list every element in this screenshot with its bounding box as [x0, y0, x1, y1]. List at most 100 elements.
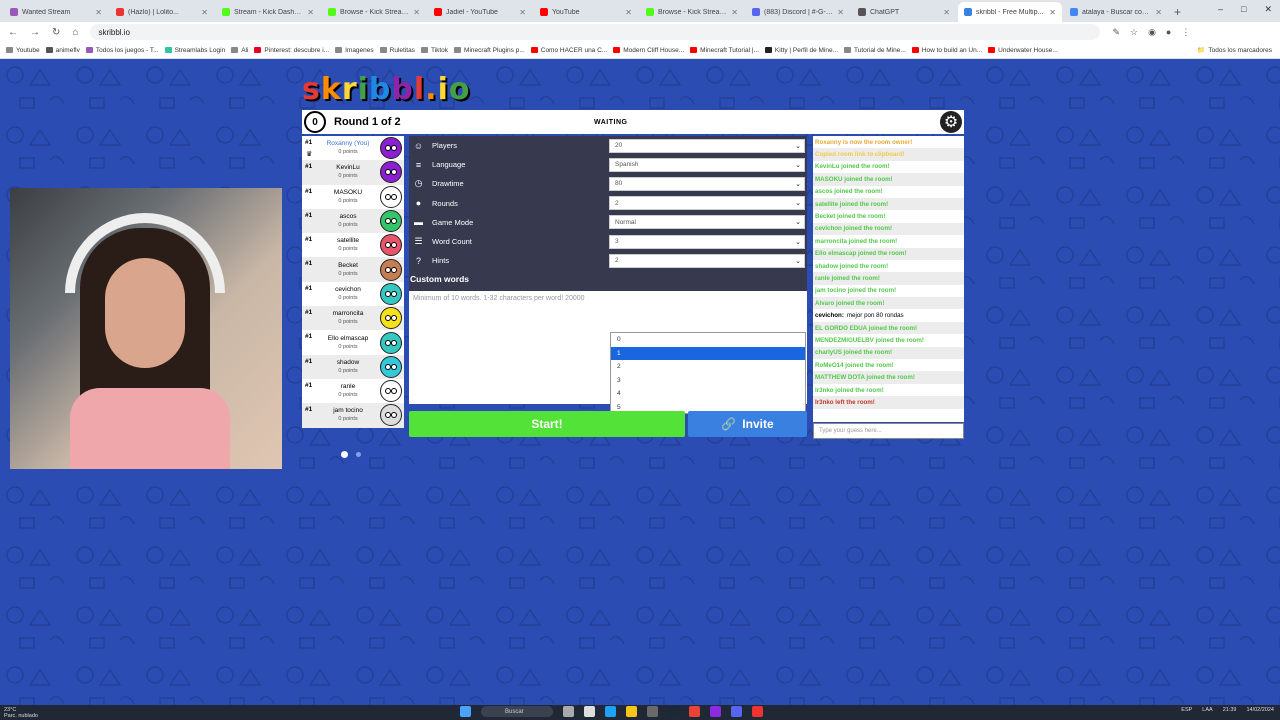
lang-indicator[interactable]: ESP	[1181, 707, 1192, 713]
setting-select[interactable]: 3 ⌄	[609, 234, 805, 249]
bookmark-item[interactable]: Todos los juegos - T...	[85, 47, 159, 54]
setting-select[interactable]: 80 ⌄	[609, 176, 805, 191]
dropdown-option[interactable]: 1	[611, 346, 805, 360]
browser-tab[interactable]: (883) Discord | #-G-I-... ✕	[746, 2, 850, 22]
maximize-button[interactable]: □	[1241, 4, 1246, 15]
back-icon[interactable]: ←	[8, 27, 18, 38]
player-row: #1 cevichon 0 points	[302, 281, 404, 307]
steam-icon[interactable]	[668, 706, 679, 717]
browser-tab[interactable]: skribbl - Free Multip... ✕	[958, 2, 1062, 22]
bookmark-item[interactable]: Streamlabs Login	[164, 47, 225, 54]
chat-message: KevinLu joined the room!	[813, 161, 964, 173]
tab-close-icon[interactable]: ✕	[731, 8, 738, 17]
bookmark-item[interactable]: Como HACER una C...	[530, 47, 607, 54]
bookmark-item[interactable]: Minecraft Tutorial |...	[690, 47, 759, 54]
media-icon[interactable]	[710, 706, 721, 717]
bookmark-item[interactable]: Tiktok	[420, 47, 448, 54]
bookmark-item[interactable]: Kitty | Perfil de Mine...	[764, 47, 838, 54]
browser-tab[interactable]: Wanted Stream ✕	[4, 2, 108, 22]
tab-close-icon[interactable]: ✕	[519, 8, 526, 17]
discord-icon[interactable]	[731, 706, 742, 717]
gear-icon[interactable]: ⚙	[940, 111, 962, 133]
tab-close-icon[interactable]: ✕	[625, 8, 632, 17]
browser-tab[interactable]: YouTube ✕	[534, 2, 638, 22]
guess-input[interactable]: Type your guess here...	[813, 423, 964, 439]
logo-letter: s	[302, 72, 321, 107]
player-row: #1 satellite 0 points	[302, 233, 404, 258]
setting-select[interactable]: Spanish ⌄	[609, 157, 805, 172]
close-window-button[interactable]: ✕	[1264, 4, 1272, 15]
dropdown-option[interactable]: 0	[611, 333, 805, 347]
browser-tab[interactable]: (Hazlo) | Lolito... ✕	[110, 2, 214, 22]
extension-icon[interactable]: ◉	[1148, 27, 1156, 38]
taskbar-search[interactable]: Buscar	[481, 706, 553, 717]
url-field[interactable]: skribbl.io	[90, 24, 1101, 40]
browser-tab[interactable]: Jadiel - YouTube ✕	[428, 2, 532, 22]
tab-close-icon[interactable]: ✕	[837, 8, 844, 17]
start-button[interactable]: Start!	[409, 411, 685, 437]
bookmark-item[interactable]: animeflv	[45, 47, 80, 54]
browser-tab[interactable]: Browse - Kick Streaming ✕	[322, 2, 426, 22]
reload-icon[interactable]: ↻	[52, 27, 60, 38]
player-rank: #1	[305, 211, 313, 219]
windows-start-icon[interactable]	[460, 706, 471, 717]
bookmark-item[interactable]: Underwater House...	[988, 47, 1058, 54]
bookmark-item[interactable]: How to build an Un...	[911, 47, 982, 54]
bookmark-item[interactable]: Ali	[231, 47, 248, 54]
tab-close-icon[interactable]: ✕	[1155, 8, 1162, 17]
profile-icon[interactable]: ●	[1166, 27, 1171, 38]
browser-tab[interactable]: ChatGPT ✕	[852, 2, 956, 22]
tab-close-icon[interactable]: ✕	[413, 8, 420, 17]
tab-close-icon[interactable]: ✕	[1049, 8, 1056, 17]
task-view-icon[interactable]	[563, 706, 574, 717]
menu-icon[interactable]: ⋮	[1181, 27, 1190, 38]
tab-close-icon[interactable]: ✕	[95, 8, 102, 17]
game-top-bar: 0 Round 1 of 2 WAITING ⚙	[302, 110, 964, 134]
logo-letter: o	[448, 72, 471, 107]
browser-tab[interactable]: atalaya - Buscar con Go...✕	[1064, 2, 1168, 22]
tab-title: YouTube	[552, 8, 580, 16]
home-icon[interactable]: ⌂	[72, 27, 78, 38]
star-icon[interactable]: ☆	[1130, 27, 1138, 38]
tab-close-icon[interactable]: ✕	[201, 8, 208, 17]
obs-icon[interactable]	[752, 706, 763, 717]
clock-time[interactable]: 21:39	[1223, 707, 1237, 713]
bookmark-item[interactable]: Youtube	[6, 47, 40, 54]
bookmark-item[interactable]: Pinterest: descubre i...	[254, 47, 329, 54]
forward-icon[interactable]: →	[30, 27, 40, 38]
setting-select[interactable]: 2 ⌄	[609, 196, 805, 211]
minimize-button[interactable]: –	[1218, 4, 1223, 15]
weather-widget[interactable]: 23°C Parc. nublado	[4, 707, 38, 719]
edge-icon[interactable]	[605, 706, 616, 717]
browser-tab[interactable]: Stream - Kick Dashboard✕	[216, 2, 320, 22]
dropdown-option[interactable]: 2	[611, 360, 805, 374]
player-name: KevinLu	[336, 164, 360, 172]
bookmark-item[interactable]: Imagenes	[335, 47, 374, 54]
carousel-dot-active[interactable]	[341, 451, 348, 458]
app-icon[interactable]	[647, 706, 658, 717]
bookmark-item[interactable]: Ruletitas	[379, 47, 415, 54]
browser-tab[interactable]: Browse - Kick Streaming ✕	[640, 2, 744, 22]
setting-select[interactable]: 20 ⌄	[609, 138, 805, 153]
folder-icon[interactable]	[626, 706, 637, 717]
tab-close-icon[interactable]: ✕	[943, 8, 950, 17]
setting-select[interactable]: 2 ⌄	[609, 253, 805, 268]
setting-select[interactable]: Normal ⌄	[609, 215, 805, 230]
bookmark-item[interactable]: Tutorial de Mine...	[844, 47, 906, 54]
new-tab-button[interactable]: +	[1174, 5, 1181, 19]
translate-icon[interactable]: ✎	[1112, 27, 1120, 38]
dropdown-option[interactable]: 3	[611, 374, 805, 388]
bookmark-favicon-icon	[454, 47, 462, 53]
tab-favicon-icon	[328, 8, 336, 16]
file-explorer-icon[interactable]	[584, 706, 595, 717]
chrome-icon[interactable]	[689, 706, 700, 717]
clock-date[interactable]: 14/02/2024	[1246, 707, 1274, 713]
tab-close-icon[interactable]: ✕	[307, 8, 314, 17]
dropdown-option[interactable]: 4	[611, 387, 805, 401]
hints-dropdown-list[interactable]: 012345	[610, 332, 806, 414]
all-bookmarks[interactable]: 📁 Todos los marcadores	[1197, 46, 1272, 55]
bookmark-item[interactable]: Modern Cliff House...	[613, 47, 684, 54]
invite-button[interactable]: 🔗 Invite	[688, 411, 807, 437]
carousel-dot[interactable]	[356, 452, 361, 457]
bookmark-item[interactable]: Minecraft Plugins p...	[454, 47, 525, 54]
